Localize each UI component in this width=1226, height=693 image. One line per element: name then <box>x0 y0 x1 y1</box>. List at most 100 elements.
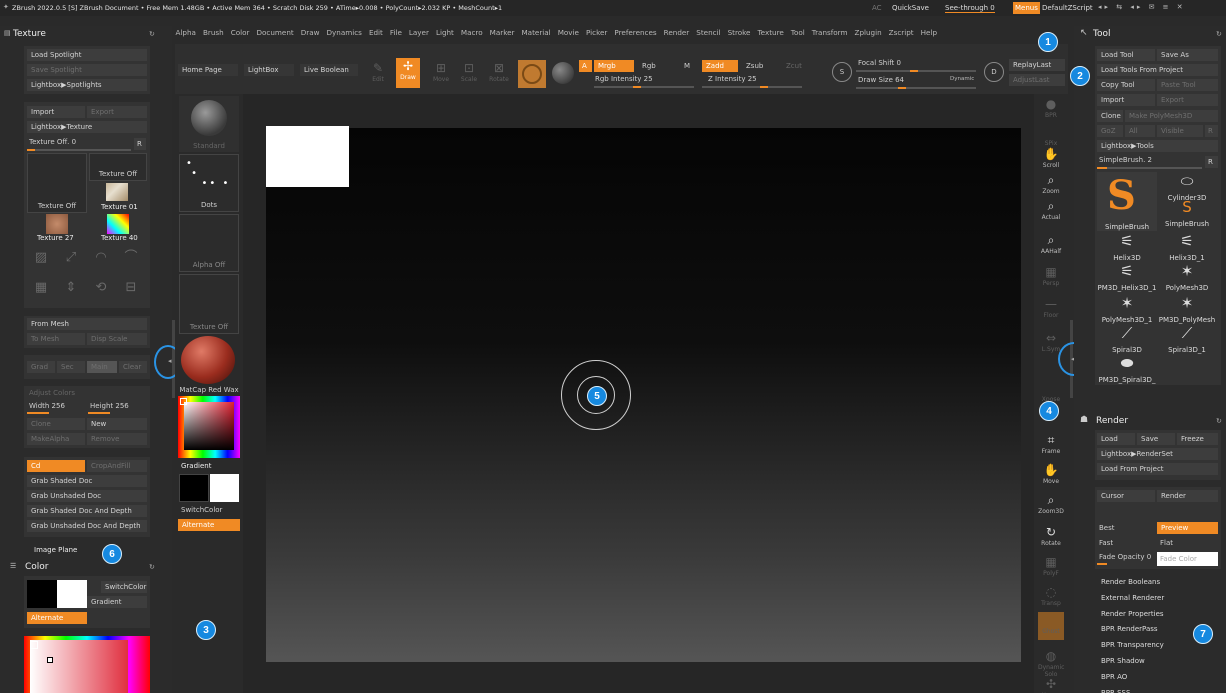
simplebrush-slider[interactable]: SimpleBrush. 2 <box>1099 156 1152 164</box>
crop-and-fill-button[interactable]: CropAndFill <box>87 460 147 472</box>
s-mode-button[interactable]: S <box>832 62 852 82</box>
texture-rotate-icon[interactable]: ◠ <box>90 247 112 269</box>
texture-palette-title[interactable]: Texture <box>13 29 46 39</box>
adjust-colors-label[interactable]: Adjust Colors <box>29 389 75 397</box>
mrgb-button[interactable]: Mrgb <box>594 60 634 72</box>
fade-opacity-slider[interactable]: Fade Opacity 0 <box>1099 553 1151 561</box>
dynamic-toggle[interactable]: Dynamic <box>950 76 974 82</box>
texture-27-image[interactable] <box>46 214 68 234</box>
fast-button[interactable]: Fast <box>1099 539 1113 547</box>
menu-macro[interactable]: Macro <box>457 28 486 37</box>
gradient-button[interactable]: Gradient <box>87 596 147 608</box>
draw-mode-button[interactable]: ✢ Draw <box>396 58 420 88</box>
render-menu-bpr-transparency[interactable]: BPR Transparency <box>1101 641 1164 649</box>
save-as-button[interactable]: Save As <box>1157 49 1218 61</box>
color-sphere-button[interactable] <box>552 62 574 84</box>
replay-last-button[interactable]: ReplayLast <box>1009 59 1065 71</box>
goz-all-button[interactable]: All <box>1125 125 1155 137</box>
menu-dynamics[interactable]: Dynamics <box>323 28 365 37</box>
preview-button[interactable]: Preview <box>1157 522 1218 534</box>
zcut-button[interactable]: Zcut <box>786 62 802 70</box>
goz-visible-button[interactable]: Visible <box>1157 125 1203 137</box>
menu-stroke[interactable]: Stroke <box>724 28 754 37</box>
texture-flip-h-icon[interactable]: ▨ <box>30 247 52 269</box>
tool-tile-simplebrush[interactable]: SimpleBrush <box>1097 217 1157 231</box>
shelf-actual-button[interactable]: ⌕ Actual <box>1038 198 1064 226</box>
z-intensity-slider[interactable]: Z Intensity 25 <box>708 75 757 83</box>
menu-zplugin[interactable]: Zplugin <box>851 28 885 37</box>
draw-size-track[interactable] <box>856 87 976 89</box>
main-color-swatch[interactable] <box>57 580 87 608</box>
menu-stencil[interactable]: Stencil <box>693 28 724 37</box>
tool-tile-spiral3d-1[interactable]: ⟋ Spiral3D_1 <box>1157 324 1217 354</box>
clone-button[interactable]: Clone <box>27 418 85 430</box>
menu-brush[interactable]: Brush <box>199 28 227 37</box>
menu-movie[interactable]: Movie <box>554 28 582 37</box>
render-save-button[interactable]: Save <box>1137 433 1175 445</box>
lightbox-spotlights-button[interactable]: Lightbox▶Spotlights <box>27 79 147 91</box>
tool-tile-pm3d-polymesh[interactable]: ✶ PM3D_PolyMesh <box>1157 294 1217 324</box>
menu-marker[interactable]: Marker <box>486 28 518 37</box>
render-menu-render-properties[interactable]: Render Properties <box>1101 610 1164 618</box>
color-palette-title[interactable]: Color <box>25 562 49 572</box>
texture-flip-v-icon[interactable]: ⤢ <box>60 247 82 269</box>
clear-button[interactable]: Clear <box>119 361 147 373</box>
goz-button[interactable]: GoZ <box>1097 125 1123 137</box>
shelf-zoom-button[interactable]: ⌕ Zoom <box>1038 172 1064 200</box>
texture-flip-v2-icon[interactable]: ⇕ <box>60 277 82 299</box>
main-button[interactable]: Main <box>87 361 117 373</box>
focal-shift-slider[interactable]: Focal Shift 0 <box>858 59 901 67</box>
default-zscript-button[interactable]: DefaultZScript <box>1042 4 1093 12</box>
texture-thumb-off[interactable]: Texture Off <box>89 153 147 181</box>
menu-picker[interactable]: Picker <box>582 28 610 37</box>
menu-alpha[interactable]: Alpha <box>172 28 199 37</box>
lightbox-texture-button[interactable]: Lightbox▶Texture <box>27 121 147 133</box>
rgb-intensity-slider[interactable]: Rgb Intensity 25 <box>595 75 653 83</box>
tool-tile-polymesh3d[interactable]: ✶ PolyMesh3D <box>1157 262 1217 292</box>
cd-button[interactable]: Cd <box>27 460 85 472</box>
texture-01-image[interactable] <box>106 183 128 201</box>
shelf-move-button[interactable]: ✋ Move <box>1038 462 1064 490</box>
render-menu-render-booleans[interactable]: Render Booleans <box>1101 578 1160 586</box>
texture-invert-icon[interactable]: ⊟ <box>120 277 142 299</box>
quicksave-button[interactable]: QuickSave <box>892 4 929 12</box>
texture-rotate-ccw-icon[interactable]: ⟲ <box>90 277 112 299</box>
tool-r-button[interactable]: R <box>1205 156 1218 168</box>
render-menu-external-renderer[interactable]: External Renderer <box>1101 594 1164 602</box>
menu-document[interactable]: Document <box>253 28 297 37</box>
menu-help[interactable]: Help <box>917 28 940 37</box>
grab-unshaded-doc-button[interactable]: Grab Unshaded Doc <box>27 490 147 502</box>
render-freeze-button[interactable]: Freeze <box>1177 433 1218 445</box>
live-boolean-button[interactable]: Live Boolean <box>300 64 358 76</box>
secondary-color-swatch[interactable] <box>27 580 57 608</box>
menu-tool[interactable]: Tool <box>787 28 808 37</box>
menu-texture[interactable]: Texture <box>754 28 787 37</box>
adjust-last-button[interactable]: AdjustLast <box>1009 74 1065 86</box>
menu-material[interactable]: Material <box>518 28 554 37</box>
shelf-polyf-button[interactable]: ▦ PolyF <box>1038 554 1064 582</box>
lightbox-button[interactable]: LightBox <box>244 64 294 76</box>
shelf-ghost-button[interactable]: Ghost <box>1038 612 1064 640</box>
cursor-button[interactable]: Cursor <box>1097 490 1155 502</box>
zsub-button[interactable]: Zsub <box>746 62 763 70</box>
shelf-zoom3d-button[interactable]: ⌕ Zoom3D <box>1038 492 1064 520</box>
shelf-gradient-label[interactable]: Gradient <box>181 462 211 470</box>
load-spotlight-button[interactable]: Load Spotlight <box>27 49 147 61</box>
lightbox-renderset-button[interactable]: Lightbox▶RenderSet <box>1097 448 1218 460</box>
best-button[interactable]: Best <box>1099 524 1115 532</box>
menu-render[interactable]: Render <box>660 28 693 37</box>
shelf-alternate-button[interactable]: Alternate <box>178 519 240 531</box>
make-alpha-button[interactable]: MakeAlpha <box>27 433 85 445</box>
paste-tool-button[interactable]: Paste Tool <box>1157 79 1218 91</box>
texture-off-slider-track[interactable] <box>27 149 131 151</box>
tool-tile-polymesh3d-1[interactable]: ✶ PolyMesh3D_1 <box>1097 294 1157 324</box>
sec-button[interactable]: Sec <box>57 361 85 373</box>
make-polymesh-button[interactable]: Make PolyMesh3D <box>1125 110 1218 122</box>
draw-size-slider[interactable]: Draw Size 64 <box>858 76 904 84</box>
to-mesh-button[interactable]: To Mesh <box>27 333 85 345</box>
remove-button[interactable]: Remove <box>87 433 147 445</box>
left-tray-arrow-icon[interactable]: ◂ <box>168 357 172 365</box>
texture-export-button[interactable]: Export <box>87 106 147 118</box>
grad-button[interactable]: Grad <box>27 361 55 373</box>
menu-edit[interactable]: Edit <box>365 28 386 37</box>
